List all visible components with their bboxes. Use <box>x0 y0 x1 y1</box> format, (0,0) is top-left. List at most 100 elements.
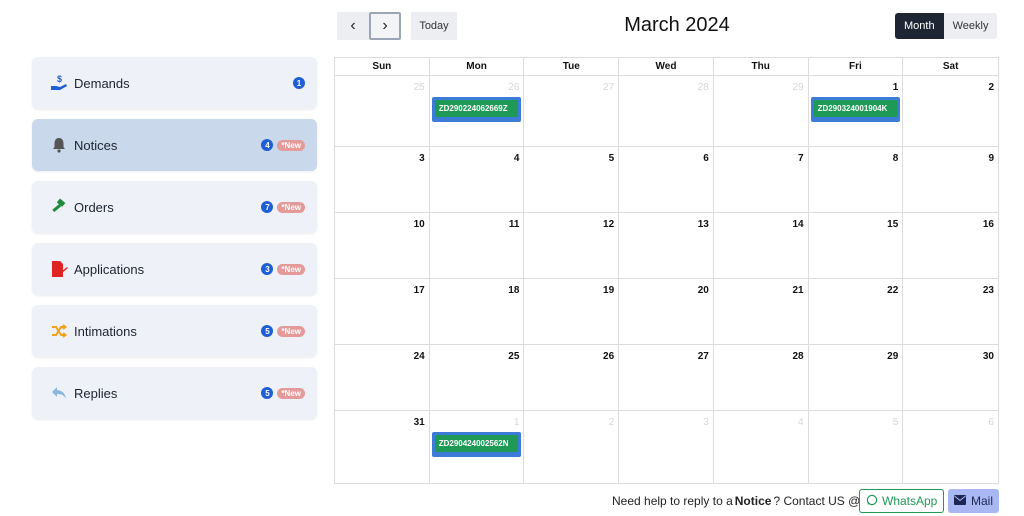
calendar-day-cell[interactable]: 25 <box>430 345 525 410</box>
day-number: 13 <box>697 219 709 230</box>
calendar-day-cell[interactable]: 7 <box>714 147 809 212</box>
day-number: 25 <box>413 82 425 93</box>
calendar-day-cell[interactable]: 2 <box>903 76 998 146</box>
mail-button[interactable]: Mail <box>948 489 1000 513</box>
calendar-day-cell[interactable]: 23 <box>903 279 998 344</box>
day-of-week-label: Fri <box>809 58 904 76</box>
calendar-day-cell[interactable]: 26 <box>524 345 620 410</box>
count-badge: 5 <box>261 387 274 399</box>
calendar-day-cell[interactable]: 22 <box>809 279 904 344</box>
today-button[interactable]: Today <box>411 12 457 40</box>
gavel-icon <box>48 196 70 218</box>
calendar-day-cell[interactable]: 30 <box>903 345 998 410</box>
calendar-day-cell[interactable]: 3 <box>335 147 430 212</box>
calendar-day-cell[interactable]: 24 <box>335 345 430 410</box>
new-badge: *New <box>277 201 305 213</box>
day-number: 4 <box>798 417 804 428</box>
calendar-day-cell[interactable]: 1 ZD290324001904K <box>809 76 904 146</box>
whatsapp-button[interactable]: WhatsApp <box>859 489 945 513</box>
calendar-week-row: 25 26 ZD290224062669Z 27 28 29 1 ZD290324001904… <box>335 76 998 147</box>
day-number: 29 <box>792 82 804 93</box>
sidebar-item-demands[interactable]: $ Demands 1 <box>32 57 317 109</box>
day-number: 4 <box>513 153 520 164</box>
count-badge: 1 <box>293 77 305 89</box>
calendar-event[interactable]: ZD290224062669Z <box>431 97 522 122</box>
days-of-week-header: Sun Mon Tue Wed Thu Fri Sat <box>335 58 998 76</box>
day-number: 25 <box>508 351 520 362</box>
day-of-week-label: Sat <box>942 61 959 72</box>
calendar-day-cell[interactable]: 28 <box>619 76 714 146</box>
calendar-day-cell[interactable]: 29 <box>714 76 809 146</box>
weekly-view-button[interactable]: Weekly <box>943 13 998 39</box>
calendar-grid: Sun Mon Tue Wed Thu Fri Sat 25 26 ZD290224… <box>334 57 999 484</box>
day-number: 9 <box>988 153 994 164</box>
calendar-day-cell[interactable]: 25 <box>335 76 430 146</box>
day-number: 8 <box>892 153 899 164</box>
day-number: 26 <box>508 82 520 93</box>
calendar-day-cell[interactable]: 14 <box>714 213 809 278</box>
count-badge: 4 <box>261 139 274 151</box>
calendar-day-cell[interactable]: 31 <box>335 411 430 483</box>
new-badge: *New <box>277 139 305 151</box>
calendar-day-cell[interactable]: 9 <box>903 147 998 212</box>
calendar-day-cell[interactable]: 3 <box>619 411 714 483</box>
calendar-day-cell[interactable]: 4 <box>714 411 809 483</box>
calendar-day-cell[interactable]: 20 <box>619 279 714 344</box>
day-of-week-label: Thu <box>714 58 809 76</box>
calendar-week-row: 31 1 ZD290424002562N 2 3 4 5 6 <box>335 411 998 483</box>
calendar-day-cell[interactable]: 16 <box>903 213 998 278</box>
calendar-day-cell[interactable]: 15 <box>809 213 904 278</box>
calendar-day-cell[interactable]: 28 <box>714 345 809 410</box>
calendar-day-cell[interactable]: 8 <box>809 147 904 212</box>
day-number: 20 <box>697 285 709 296</box>
sidebar: $ Demands 1 Notices 4 *New Orders 7 *New… <box>32 57 317 429</box>
calendar-day-cell[interactable]: 26 ZD290224062669Z <box>430 76 525 146</box>
calendar-event[interactable]: ZD290324001904K <box>810 97 901 122</box>
day-number: 5 <box>608 153 615 164</box>
calendar-day-cell[interactable]: 5 <box>524 147 620 212</box>
calendar-day-cell[interactable]: 6 <box>903 411 998 483</box>
day-number: 28 <box>697 82 709 93</box>
calendar-day-cell[interactable]: 17 <box>335 279 430 344</box>
calendar-week-row: 3 4 5 6 7 8 9 <box>335 147 998 213</box>
calendar-day-cell[interactable]: 10 <box>335 213 430 278</box>
calendar-day-cell[interactable]: 27 <box>524 76 620 146</box>
sidebar-item-notices[interactable]: Notices 4 *New <box>32 119 317 171</box>
calendar-day-cell[interactable]: 1 ZD290424002562N <box>430 411 525 483</box>
calendar-day-cell[interactable]: 5 <box>809 411 904 483</box>
calendar-day-cell[interactable]: 27 <box>619 345 714 410</box>
help-prefix: Need help to reply to a <box>612 494 733 508</box>
new-badge: *New <box>277 387 305 399</box>
day-number: 19 <box>603 285 615 296</box>
day-number: 18 <box>508 285 520 296</box>
file-pen-icon <box>48 258 70 280</box>
calendar-day-cell[interactable]: 12 <box>524 213 620 278</box>
calendar-day-cell[interactable]: 6 <box>619 147 714 212</box>
month-view-button[interactable]: Month <box>895 13 944 39</box>
calendar-event[interactable]: ZD290424002562N <box>431 432 522 457</box>
shuffle-icon <box>48 320 70 342</box>
calendar-day-cell[interactable]: 4 <box>430 147 525 212</box>
next-month-button[interactable]: › <box>369 12 401 40</box>
envelope-icon <box>954 494 966 508</box>
sidebar-item-label: Applications <box>74 261 145 277</box>
calendar-day-cell[interactable]: 2 <box>524 411 620 483</box>
day-number: 27 <box>697 351 709 362</box>
sidebar-item-applications[interactable]: Applications 3 *New <box>32 243 317 295</box>
calendar-weeks: 25 26 ZD290224062669Z 27 28 29 1 ZD290324001904… <box>335 76 998 483</box>
sidebar-item-intimations[interactable]: Intimations 5 *New <box>32 305 317 357</box>
day-number: 26 <box>603 351 615 362</box>
calendar-day-cell[interactable]: 21 <box>714 279 809 344</box>
calendar-day-cell[interactable]: 18 <box>430 279 525 344</box>
calendar-day-cell[interactable]: 13 <box>619 213 714 278</box>
prev-month-button[interactable]: ‹ <box>337 12 369 40</box>
calendar-day-cell[interactable]: 29 <box>809 345 904 410</box>
calendar-day-cell[interactable]: 19 <box>524 279 620 344</box>
count-badge: 5 <box>261 325 274 337</box>
sidebar-item-replies[interactable]: Replies 5 *New <box>32 367 317 419</box>
day-number: 14 <box>792 219 804 230</box>
day-number: 16 <box>982 219 994 230</box>
calendar-day-cell[interactable]: 11 <box>430 213 525 278</box>
sidebar-item-orders[interactable]: Orders 7 *New <box>32 181 317 233</box>
help-bold: Notice <box>734 494 772 508</box>
